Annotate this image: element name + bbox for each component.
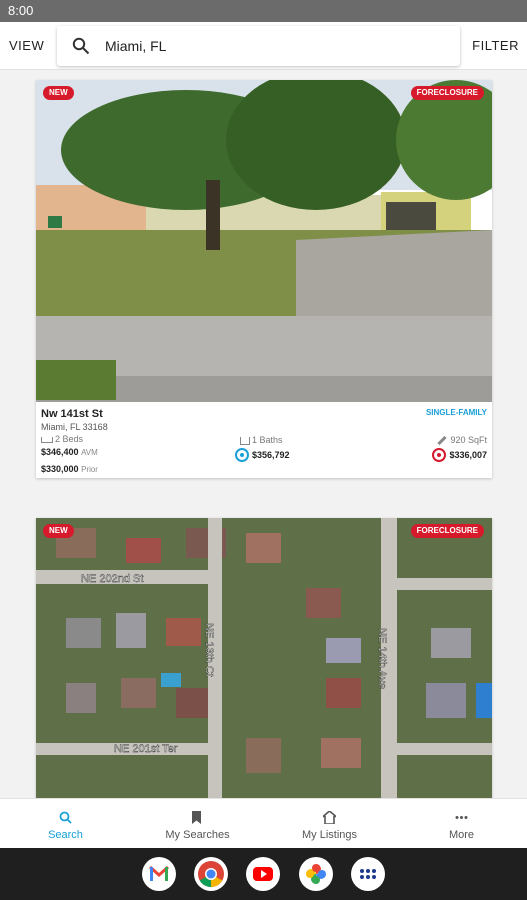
filter-button[interactable]: FILTER: [472, 38, 519, 53]
listing-info: Nw 141st St Miami, FL 33168 SINGLE-FAMIL…: [36, 402, 492, 478]
property-type: SINGLE-FAMILY: [425, 408, 487, 417]
baths-label: 1 Baths: [252, 435, 283, 445]
prior-label: Prior: [81, 465, 98, 474]
house-photo: [36, 80, 492, 402]
listing-street: Nw 141st St: [41, 408, 103, 420]
nav-my-listings-label: My Listings: [301, 829, 358, 841]
search-box[interactable]: Miami, FL: [57, 26, 460, 66]
bath-icon: [240, 436, 250, 445]
new-badge: NEW: [43, 524, 74, 538]
avm-value: $346,400 AVM: [41, 447, 98, 457]
bed-icon: [41, 436, 53, 443]
nav-my-listings[interactable]: My Listings: [264, 799, 395, 849]
baths-count: 1 Baths: [240, 435, 283, 445]
search-icon: [59, 811, 72, 824]
view-button[interactable]: VIEW: [9, 38, 44, 53]
estimate-1-amount: $356,792: [252, 450, 290, 460]
avm-label: AVM: [81, 448, 98, 457]
app-drawer-icon[interactable]: [351, 857, 385, 891]
sqft-label: 920 SqFt: [450, 435, 487, 445]
status-bar: 8:00: [0, 0, 527, 22]
avm-amount: $346,400: [41, 447, 79, 457]
prior-value: $330,000 Prior: [41, 464, 98, 474]
nav-search[interactable]: Search: [0, 799, 131, 849]
aerial-photo: NE 202nd St NE 13th Ct NE 14th Ave NE 20…: [36, 518, 492, 798]
beds-count: 2 Beds: [41, 434, 83, 444]
search-icon: [72, 37, 90, 55]
nav-more-label: More: [448, 829, 475, 841]
nav-search-label: Search: [48, 829, 83, 841]
street-label: NE 202nd St: [81, 573, 143, 585]
prior-amount: $330,000: [41, 464, 79, 474]
foreclosure-badge: FORECLOSURE: [410, 86, 484, 100]
listing-photo[interactable]: NE 202nd St NE 13th Ct NE 14th Ave NE 20…: [36, 518, 492, 798]
top-bar: VIEW Miami, FL FILTER: [0, 22, 527, 70]
youtube-icon[interactable]: [246, 857, 280, 891]
new-badge: NEW: [43, 86, 74, 100]
estimate-2-amount: $336,007: [449, 450, 487, 460]
location-pin-icon: [235, 448, 249, 462]
bottom-navigation: Search My Searches My Listings More: [0, 798, 527, 848]
ruler-icon: [437, 436, 448, 446]
home-icon: [323, 811, 336, 824]
chrome-icon[interactable]: [194, 857, 228, 891]
status-time: 8:00: [8, 3, 34, 18]
listing-feed[interactable]: NEW FORECLOSURE Nw 141st St Miami, FL 33…: [0, 71, 527, 798]
street-label: NE 201st Ter: [114, 743, 178, 755]
street-label: NE 13th Ct: [203, 623, 215, 677]
listing-photo[interactable]: NEW FORECLOSURE: [36, 80, 492, 402]
listing-card[interactable]: NEW FORECLOSURE Nw 141st St Miami, FL 33…: [36, 80, 492, 478]
listing-card[interactable]: NE 202nd St NE 13th Ct NE 14th Ave NE 20…: [36, 518, 492, 798]
street-label: NE 14th Ave: [376, 628, 388, 689]
estimate-1: $356,792: [235, 448, 290, 462]
nav-my-searches-label: My Searches: [165, 829, 230, 841]
nav-more[interactable]: More: [396, 799, 527, 849]
nav-my-searches[interactable]: My Searches: [132, 799, 263, 849]
estimate-2: $336,007: [432, 448, 487, 462]
down-arrow-icon: [432, 448, 447, 462]
gmail-icon[interactable]: [142, 857, 176, 891]
search-input[interactable]: Miami, FL: [105, 38, 166, 54]
listing-city: Miami, FL 33168: [41, 422, 108, 432]
foreclosure-badge: FORECLOSURE: [410, 524, 484, 538]
more-icon: [455, 816, 468, 819]
sqft: 920 SqFt: [437, 435, 487, 446]
photos-icon[interactable]: [299, 857, 333, 891]
taskbar: [0, 848, 527, 900]
beds-label: 2 Beds: [55, 434, 84, 444]
bookmark-icon: [192, 811, 201, 824]
